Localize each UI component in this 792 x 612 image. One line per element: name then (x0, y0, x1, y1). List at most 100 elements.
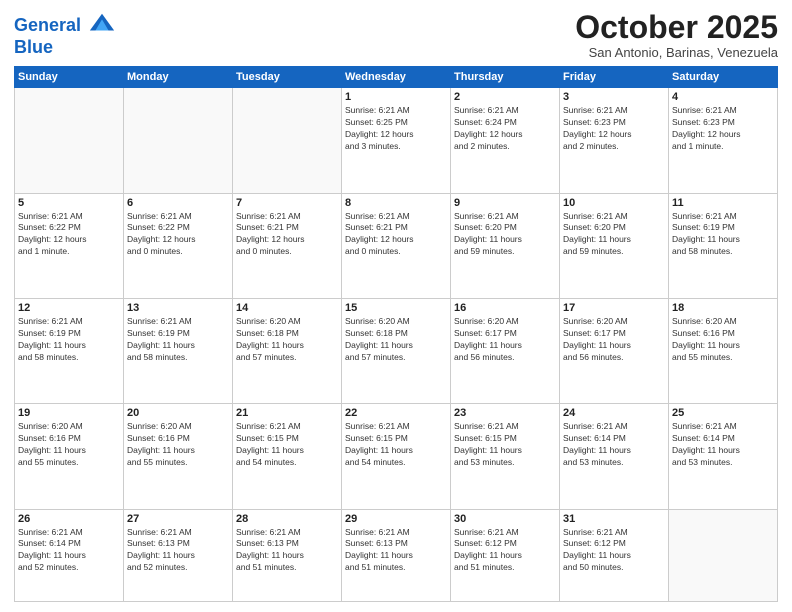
day-cell-6: 6 Sunrise: 6:21 AM Sunset: 6:22 PM Daylig… (124, 193, 233, 298)
day-info-15: Sunrise: 6:20 AM Sunset: 6:18 PM Dayligh… (345, 316, 447, 364)
day-cell-24: 24Sunrise: 6:21 AM Sunset: 6:14 PM Dayli… (560, 404, 669, 509)
day-number-1: 1 (345, 91, 447, 103)
day-info-18: Sunrise: 6:20 AM Sunset: 6:16 PM Dayligh… (672, 316, 774, 364)
day-cell-17: 17Sunrise: 6:20 AM Sunset: 6:17 PM Dayli… (560, 298, 669, 403)
day-info-1: Sunrise: 6:21 AM Sunset: 6:25 PM Dayligh… (345, 105, 447, 153)
subtitle: San Antonio, Barinas, Venezuela (575, 45, 778, 60)
day-info-11: Sunrise: 6:21 AM Sunset: 6:19 PM Dayligh… (672, 211, 774, 259)
day-number-4: 4 (672, 91, 774, 103)
day-info-16: Sunrise: 6:20 AM Sunset: 6:17 PM Dayligh… (454, 316, 556, 364)
day-cell-11: 11 Sunrise: 6:21 AM Sunset: 6:19 PM Dayli… (669, 193, 778, 298)
day-number-18: 18 (672, 302, 774, 314)
day-cell-1: 1 Sunrise: 6:21 AM Sunset: 6:25 PM Daylig… (342, 88, 451, 193)
day-info-6: Sunrise: 6:21 AM Sunset: 6:22 PM Dayligh… (127, 211, 229, 259)
day-cell-23: 23Sunrise: 6:21 AM Sunset: 6:15 PM Dayli… (451, 404, 560, 509)
header: General Blue October 2025 San Antonio, B… (14, 10, 778, 60)
week-row-3: 19Sunrise: 6:20 AM Sunset: 6:16 PM Dayli… (15, 404, 778, 509)
day-cell-9: 9 Sunrise: 6:21 AM Sunset: 6:20 PM Daylig… (451, 193, 560, 298)
day-number-7: 7 (236, 197, 338, 209)
day-cell-30: 30 Sunrise: 6:21 AM Sunset: 6:12 PM Dayli… (451, 509, 560, 602)
day-cell-14: 14 Sunrise: 6:20 AM Sunset: 6:18 PM Dayli… (233, 298, 342, 403)
day-cell-29: 29 Sunrise: 6:21 AM Sunset: 6:13 PM Dayli… (342, 509, 451, 602)
day-info-8: Sunrise: 6:21 AM Sunset: 6:21 PM Dayligh… (345, 211, 447, 259)
day-cell-25: 25 Sunrise: 6:21 AM Sunset: 6:14 PM Dayli… (669, 404, 778, 509)
day-number-2: 2 (454, 91, 556, 103)
day-number-8: 8 (345, 197, 447, 209)
day-cell-31: 31Sunrise: 6:21 AM Sunset: 6:12 PM Dayli… (560, 509, 669, 602)
day-cell-16: 16 Sunrise: 6:20 AM Sunset: 6:17 PM Dayli… (451, 298, 560, 403)
week-row-4: 26Sunrise: 6:21 AM Sunset: 6:14 PM Dayli… (15, 509, 778, 602)
header-saturday: Saturday (669, 67, 778, 88)
day-info-21: Sunrise: 6:21 AM Sunset: 6:15 PM Dayligh… (236, 421, 338, 469)
day-info-29: Sunrise: 6:21 AM Sunset: 6:13 PM Dayligh… (345, 527, 447, 575)
header-wednesday: Wednesday (342, 67, 451, 88)
day-info-24: Sunrise: 6:21 AM Sunset: 6:14 PM Dayligh… (563, 421, 665, 469)
header-tuesday: Tuesday (233, 67, 342, 88)
logo: General Blue (14, 14, 116, 58)
day-number-11: 11 (672, 197, 774, 209)
day-cell-21: 21 Sunrise: 6:21 AM Sunset: 6:15 PM Dayli… (233, 404, 342, 509)
calendar-header-row: SundayMondayTuesdayWednesdayThursdayFrid… (15, 67, 778, 88)
day-number-5: 5 (18, 197, 120, 209)
week-row-1: 5 Sunrise: 6:21 AM Sunset: 6:22 PM Daylig… (15, 193, 778, 298)
day-info-28: Sunrise: 6:21 AM Sunset: 6:13 PM Dayligh… (236, 527, 338, 575)
day-number-25: 25 (672, 407, 774, 419)
day-number-21: 21 (236, 407, 338, 419)
day-info-20: Sunrise: 6:20 AM Sunset: 6:16 PM Dayligh… (127, 421, 229, 469)
day-cell-22: 22Sunrise: 6:21 AM Sunset: 6:15 PM Dayli… (342, 404, 451, 509)
day-cell-5: 5 Sunrise: 6:21 AM Sunset: 6:22 PM Daylig… (15, 193, 124, 298)
day-number-16: 16 (454, 302, 556, 314)
week-row-0: 1 Sunrise: 6:21 AM Sunset: 6:25 PM Daylig… (15, 88, 778, 193)
day-info-25: Sunrise: 6:21 AM Sunset: 6:14 PM Dayligh… (672, 421, 774, 469)
empty-cell (15, 88, 124, 193)
day-cell-10: 10Sunrise: 6:21 AM Sunset: 6:20 PM Dayli… (560, 193, 669, 298)
day-cell-2: 2 Sunrise: 6:21 AM Sunset: 6:24 PM Daylig… (451, 88, 560, 193)
day-number-17: 17 (563, 302, 665, 314)
empty-cell (124, 88, 233, 193)
header-friday: Friday (560, 67, 669, 88)
day-cell-18: 18 Sunrise: 6:20 AM Sunset: 6:16 PM Dayli… (669, 298, 778, 403)
day-number-9: 9 (454, 197, 556, 209)
day-info-5: Sunrise: 6:21 AM Sunset: 6:22 PM Dayligh… (18, 211, 120, 259)
day-number-29: 29 (345, 513, 447, 525)
header-monday: Monday (124, 67, 233, 88)
day-number-30: 30 (454, 513, 556, 525)
day-info-3: Sunrise: 6:21 AM Sunset: 6:23 PM Dayligh… (563, 105, 665, 153)
logo-text: General (14, 14, 116, 38)
header-sunday: Sunday (15, 67, 124, 88)
logo-blue: Blue (14, 38, 116, 58)
day-number-14: 14 (236, 302, 338, 314)
day-info-4: Sunrise: 6:21 AM Sunset: 6:23 PM Dayligh… (672, 105, 774, 153)
day-info-26: Sunrise: 6:21 AM Sunset: 6:14 PM Dayligh… (18, 527, 120, 575)
day-info-19: Sunrise: 6:20 AM Sunset: 6:16 PM Dayligh… (18, 421, 120, 469)
day-info-27: Sunrise: 6:21 AM Sunset: 6:13 PM Dayligh… (127, 527, 229, 575)
day-number-27: 27 (127, 513, 229, 525)
day-cell-15: 15Sunrise: 6:20 AM Sunset: 6:18 PM Dayli… (342, 298, 451, 403)
day-number-13: 13 (127, 302, 229, 314)
day-cell-8: 8 Sunrise: 6:21 AM Sunset: 6:21 PM Daylig… (342, 193, 451, 298)
day-number-6: 6 (127, 197, 229, 209)
page: General Blue October 2025 San Antonio, B… (0, 0, 792, 612)
day-cell-19: 19Sunrise: 6:20 AM Sunset: 6:16 PM Dayli… (15, 404, 124, 509)
day-number-12: 12 (18, 302, 120, 314)
day-cell-13: 13 Sunrise: 6:21 AM Sunset: 6:19 PM Dayli… (124, 298, 233, 403)
day-info-2: Sunrise: 6:21 AM Sunset: 6:24 PM Dayligh… (454, 105, 556, 153)
day-info-9: Sunrise: 6:21 AM Sunset: 6:20 PM Dayligh… (454, 211, 556, 259)
day-cell-4: 4 Sunrise: 6:21 AM Sunset: 6:23 PM Daylig… (669, 88, 778, 193)
empty-cell (233, 88, 342, 193)
day-cell-12: 12Sunrise: 6:21 AM Sunset: 6:19 PM Dayli… (15, 298, 124, 403)
day-cell-26: 26Sunrise: 6:21 AM Sunset: 6:14 PM Dayli… (15, 509, 124, 602)
day-info-7: Sunrise: 6:21 AM Sunset: 6:21 PM Dayligh… (236, 211, 338, 259)
day-info-10: Sunrise: 6:21 AM Sunset: 6:20 PM Dayligh… (563, 211, 665, 259)
day-info-14: Sunrise: 6:20 AM Sunset: 6:18 PM Dayligh… (236, 316, 338, 364)
day-number-20: 20 (127, 407, 229, 419)
title-block: October 2025 San Antonio, Barinas, Venez… (575, 10, 778, 60)
day-cell-7: 7 Sunrise: 6:21 AM Sunset: 6:21 PM Daylig… (233, 193, 342, 298)
day-cell-3: 3 Sunrise: 6:21 AM Sunset: 6:23 PM Daylig… (560, 88, 669, 193)
day-number-28: 28 (236, 513, 338, 525)
day-number-3: 3 (563, 91, 665, 103)
day-number-31: 31 (563, 513, 665, 525)
day-info-13: Sunrise: 6:21 AM Sunset: 6:19 PM Dayligh… (127, 316, 229, 364)
day-info-30: Sunrise: 6:21 AM Sunset: 6:12 PM Dayligh… (454, 527, 556, 575)
week-row-2: 12 Sunrise: 6:21 AM Sunset: 6:19 PM Dayli… (15, 298, 778, 403)
